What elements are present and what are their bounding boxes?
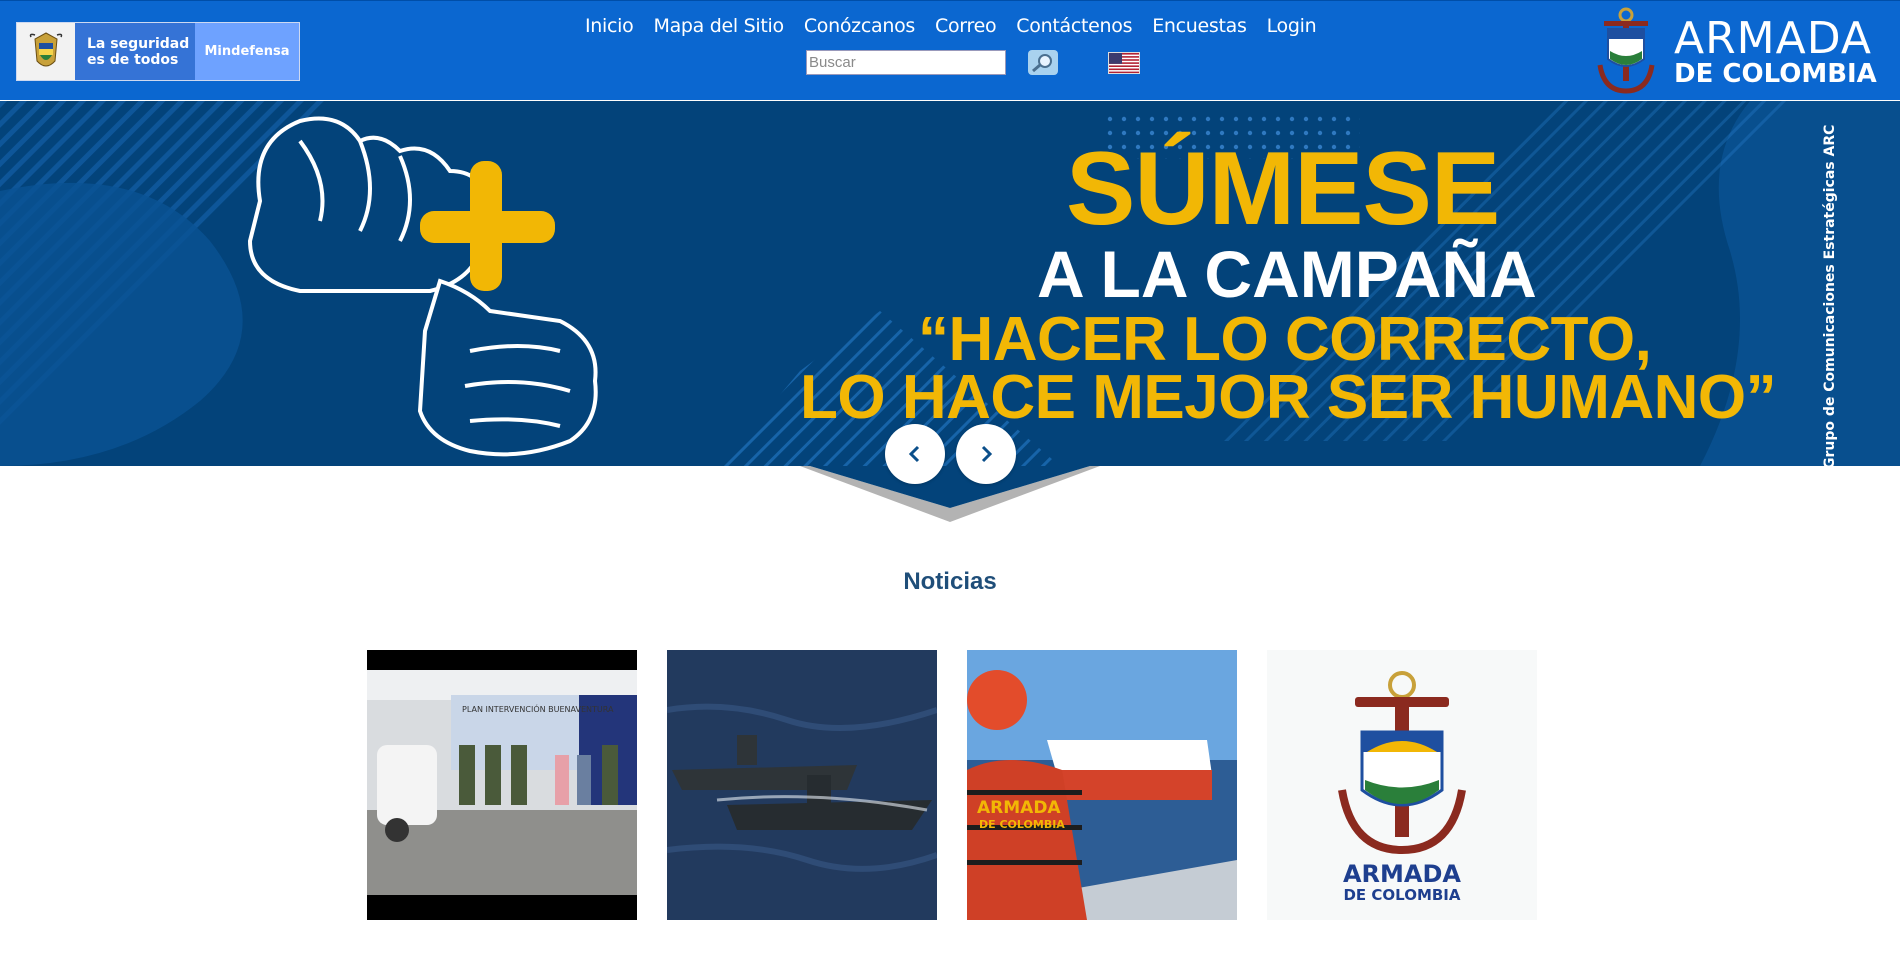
top-header: La seguridad es de todos Mindefensa Inic… xyxy=(0,0,1900,100)
logo-line2: DE COLOMBIA xyxy=(1343,886,1460,904)
hero-pointer-shape xyxy=(800,466,1100,522)
card-banner-text: PLAN INTERVENCIÓN BUENAVENTURA xyxy=(462,703,614,714)
ministry-label: Mindefensa xyxy=(195,23,299,80)
main-nav: Inicio Mapa del Sitio Conózcanos Correo … xyxy=(585,15,1317,37)
news-photo-troops: PLAN INTERVENCIÓN BUENAVENTURA xyxy=(367,650,637,920)
hero-quote-line1: “HACER LO CORRECTO, xyxy=(918,305,1652,374)
news-photo-rescue: ARMADA DE COLOMBIA xyxy=(967,650,1237,920)
carousel-prev-button[interactable] xyxy=(885,424,945,484)
vest-line1: ARMADA xyxy=(977,798,1061,818)
hero-banner[interactable]: SÚMESE A LA CAMPAÑA “HACER LO CORRECTO, … xyxy=(0,101,1900,466)
nav-login[interactable]: Login xyxy=(1267,15,1317,37)
nav-inicio[interactable]: Inicio xyxy=(585,15,634,37)
nav-encuestas[interactable]: Encuestas xyxy=(1152,15,1247,37)
hero-title: SÚMESE xyxy=(1066,131,1500,247)
colombia-seal-icon xyxy=(17,23,75,80)
us-flag-icon[interactable] xyxy=(1108,52,1140,74)
search-input[interactable] xyxy=(806,50,1006,75)
news-grid: PLAN INTERVENCIÓN BUENAVENTURA ARMADA DE… xyxy=(367,650,1537,920)
chevron-right-icon xyxy=(981,445,993,463)
hero-credit: Grupo de Comunicaciones Estratégicas ARC xyxy=(1822,124,1838,466)
chevron-left-icon xyxy=(908,445,920,463)
gov-slogan: La seguridad es de todos xyxy=(75,23,195,80)
gov-slogan-line1: La seguridad xyxy=(87,36,190,52)
brand-line1: ARMADA xyxy=(1674,13,1872,64)
news-card[interactable]: ARMADA DE COLOMBIA xyxy=(967,650,1237,920)
news-section-title: Noticias xyxy=(903,568,997,595)
news-card[interactable]: PLAN INTERVENCIÓN BUENAVENTURA xyxy=(367,650,637,920)
nav-conozcanos[interactable]: Conózcanos xyxy=(804,15,915,37)
nav-mapa-del-sitio[interactable]: Mapa del Sitio xyxy=(653,15,784,37)
news-card[interactable]: ARMADA DE COLOMBIA xyxy=(1267,650,1537,920)
magnifier-icon xyxy=(1032,53,1052,72)
logo-line1: ARMADA xyxy=(1343,860,1461,888)
vest-line2: DE COLOMBIA xyxy=(979,818,1065,831)
armada-brand-logo[interactable]: ARMADA DE COLOMBIA xyxy=(1596,7,1886,97)
search-button[interactable] xyxy=(1028,50,1058,75)
brand-line2: DE COLOMBIA xyxy=(1674,59,1877,89)
nav-correo[interactable]: Correo xyxy=(935,15,997,37)
news-card[interactable] xyxy=(667,650,937,920)
gov-badge[interactable]: La seguridad es de todos Mindefensa xyxy=(16,22,300,81)
nav-contactenos[interactable]: Contáctenos xyxy=(1016,15,1132,37)
news-photo-ships xyxy=(667,650,937,920)
hero-subtitle: A LA CAMPAÑA xyxy=(1037,237,1537,311)
armada-crest-icon xyxy=(1597,7,1655,94)
carousel-next-button[interactable] xyxy=(956,424,1016,484)
armada-logo-card: ARMADA DE COLOMBIA xyxy=(1267,650,1537,920)
gov-slogan-line2: es de todos xyxy=(87,52,179,68)
hero-quote-line2: LO HACE MEJOR SER HUMANO” xyxy=(800,363,1777,432)
